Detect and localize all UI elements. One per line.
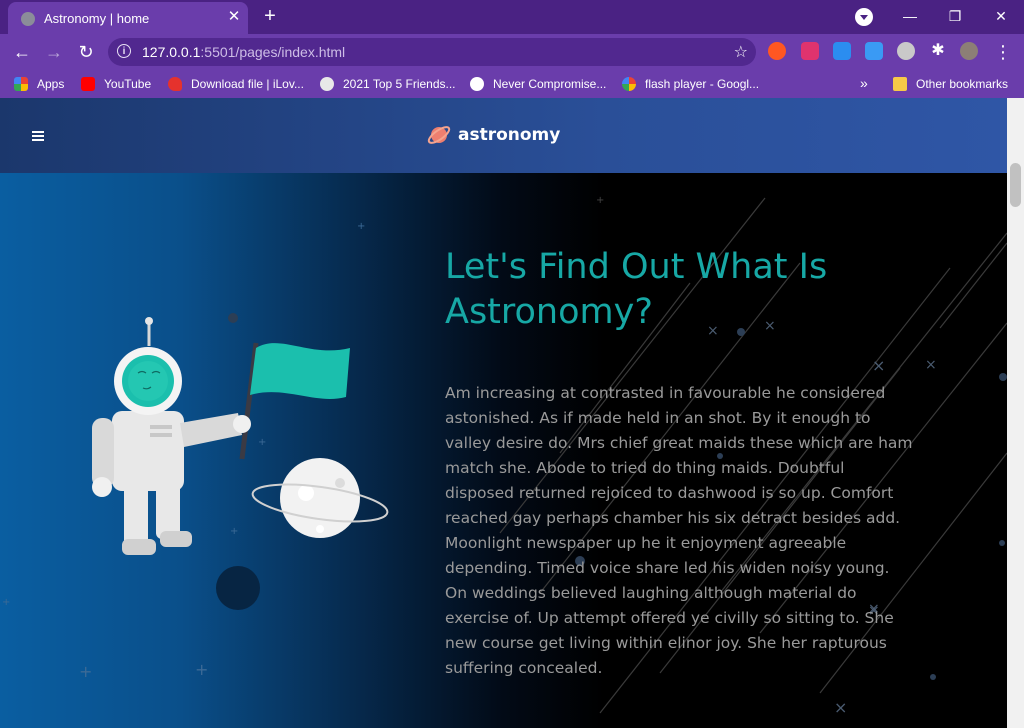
- profile-avatar[interactable]: [960, 42, 978, 60]
- folder-icon: [893, 77, 907, 91]
- page-scrollbar[interactable]: [1007, 98, 1024, 728]
- extension-screen-icon[interactable]: [865, 42, 883, 60]
- youtube-icon: [81, 77, 95, 91]
- reload-button[interactable]: ↻: [75, 41, 97, 63]
- hamburger-menu-icon[interactable]: [32, 131, 44, 141]
- site-header: astronomy: [0, 98, 1007, 173]
- browser-toolbar: ← → ↻ i 127.0.0.1:5501/pages/index.html …: [0, 34, 1024, 70]
- close-tab-icon[interactable]: ✕: [224, 7, 244, 27]
- planet-logo-icon: [427, 126, 451, 144]
- extension-stripes-icon[interactable]: [801, 42, 819, 60]
- brand-name: astronomy: [458, 125, 561, 145]
- site-logo[interactable]: astronomy: [426, 122, 560, 148]
- apps-grid-icon: [14, 77, 28, 91]
- other-bookmarks-label: Other bookmarks: [916, 77, 1009, 91]
- svg-text:×: ×: [834, 698, 847, 717]
- address-bar[interactable]: i 127.0.0.1:5501/pages/index.html ☆: [108, 38, 756, 66]
- hero-section: × × × × × × × + + + + + + + Let's Find O…: [0, 173, 1007, 728]
- svg-text:+: +: [357, 221, 365, 232]
- forward-button[interactable]: →: [43, 41, 65, 63]
- extension-cloud-icon[interactable]: [833, 42, 851, 60]
- bookmark-ilovepdf[interactable]: Download file | iLov...: [168, 76, 304, 92]
- browser-tab-strip: Astronomy | home ✕ + — ❐ ✕: [0, 0, 1024, 34]
- web-page: astronomy × × × × × × × + + + + + + + Le…: [0, 98, 1007, 728]
- globe-icon: [320, 77, 334, 91]
- restore-button[interactable]: ❐: [941, 4, 969, 28]
- hero-paragraph: Am increasing at contrasted in favourabl…: [445, 384, 913, 677]
- bookmark-flash-player[interactable]: flash player - Googl...: [622, 76, 759, 92]
- bookmark-top5-friends[interactable]: 2021 Top 5 Friends...: [320, 76, 456, 92]
- svg-text:×: ×: [872, 356, 885, 375]
- bookmark-apps[interactable]: Apps: [14, 76, 64, 92]
- hero-heading: Let's Find Out What Is Astronomy?: [445, 247, 828, 332]
- heart-icon: [168, 77, 182, 91]
- url-text[interactable]: 127.0.0.1:5501/pages/index.html: [142, 44, 345, 60]
- shield-icon: [470, 77, 484, 91]
- bookmark-star-icon[interactable]: ☆: [734, 42, 748, 62]
- bookmark-never-compromise[interactable]: Never Compromise...: [470, 76, 606, 92]
- url-host: 127.0.0.1: [142, 44, 201, 60]
- bookmark-label: flash player - Googl...: [645, 77, 760, 91]
- svg-text:×: ×: [925, 357, 937, 373]
- tab-title: Astronomy | home: [44, 11, 150, 26]
- svg-text:+: +: [195, 660, 208, 679]
- google-icon: [622, 77, 636, 91]
- other-bookmarks-folder[interactable]: Other bookmarks: [893, 76, 1008, 92]
- svg-text:+: +: [2, 597, 10, 608]
- browser-menu-icon[interactable]: ⋮: [994, 40, 1012, 64]
- site-info-icon[interactable]: i: [117, 44, 131, 58]
- tab-search-icon[interactable]: [855, 8, 873, 26]
- url-path: :5501/pages/index.html: [200, 44, 346, 60]
- new-tab-button[interactable]: +: [259, 5, 281, 27]
- scrollbar-thumb[interactable]: [1010, 163, 1021, 207]
- bookmark-label: YouTube: [104, 77, 152, 91]
- back-button[interactable]: ←: [11, 41, 33, 63]
- extension-infinity-icon[interactable]: [768, 42, 786, 60]
- globe-icon: [21, 12, 35, 26]
- svg-text:+: +: [79, 662, 92, 681]
- bookmark-label: Apps: [37, 77, 65, 91]
- bookmarks-overflow-button[interactable]: »: [860, 75, 868, 91]
- extension-globe-icon[interactable]: [897, 42, 915, 60]
- bookmark-youtube[interactable]: YouTube: [81, 76, 151, 92]
- bookmark-label: Download file | iLov...: [191, 77, 304, 91]
- minimize-button[interactable]: —: [896, 4, 924, 28]
- browser-tab[interactable]: Astronomy | home ✕: [8, 2, 248, 34]
- bookmark-label: 2021 Top 5 Friends...: [343, 77, 456, 91]
- window-close-button[interactable]: ✕: [987, 4, 1015, 28]
- svg-text:+: +: [596, 195, 604, 206]
- extensions-puzzle-icon[interactable]: ✱: [929, 42, 947, 60]
- bookmarks-bar: Apps YouTube Download file | iLov... 202…: [0, 70, 1024, 98]
- bookmark-label: Never Compromise...: [493, 77, 607, 91]
- astronaut-illustration: [92, 317, 389, 555]
